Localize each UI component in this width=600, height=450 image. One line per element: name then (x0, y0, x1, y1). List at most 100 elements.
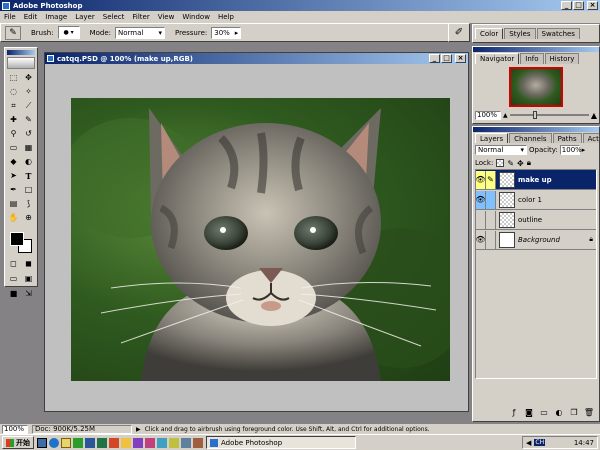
menu-image[interactable]: Image (41, 11, 71, 23)
layer-row-color-1[interactable]: 👁︎ color 1 (475, 190, 596, 210)
lock-all-icon[interactable]: 🔒︎ (527, 158, 531, 168)
opacity-input[interactable]: 100% (559, 145, 582, 155)
menu-window[interactable]: Window (178, 11, 214, 23)
close-button[interactable]: × (587, 1, 598, 10)
new-set-icon[interactable]: ▭ (538, 407, 550, 419)
crop-tool-icon[interactable]: ⌗ (8, 100, 20, 112)
type-tool-icon[interactable]: T (23, 170, 35, 182)
menu-view[interactable]: View (154, 11, 179, 23)
tab-layers[interactable]: Layers (475, 133, 509, 143)
eye-icon[interactable]: 👁︎ (475, 230, 486, 249)
layer-styles-icon[interactable]: ƒ (508, 407, 520, 419)
link-slot[interactable] (486, 190, 496, 209)
help-icon[interactable] (169, 437, 179, 448)
app-icon[interactable] (181, 437, 191, 448)
navigator-zoom-input[interactable]: 100% (475, 110, 501, 120)
airbrush-tool-preset-icon[interactable]: ✎ (5, 25, 21, 40)
foreground-color-swatch[interactable] (10, 232, 24, 246)
eye-icon[interactable]: 👁︎ (475, 170, 486, 189)
brush-picker[interactable]: ● ▾ (57, 26, 80, 39)
adobe-online-icon[interactable] (7, 57, 35, 69)
desktop-icon[interactable] (37, 437, 47, 448)
lock-position-icon[interactable]: ✥ (517, 159, 524, 168)
dodge-tool-icon[interactable]: ◐ (23, 156, 35, 168)
paintbrush-icon[interactable]: ✎ (486, 170, 496, 189)
tab-navigator[interactable]: Navigator (475, 53, 520, 64)
eraser-tool-icon[interactable]: ▭ (8, 142, 20, 154)
navigator-thumbnail[interactable] (509, 66, 563, 107)
navigator-preview[interactable] (473, 63, 599, 110)
tab-swatches[interactable]: Swatches (536, 28, 580, 39)
doc-close-button[interactable]: × (455, 54, 466, 63)
network-icon[interactable] (157, 437, 167, 448)
layer-row-background[interactable]: 👁︎ Background 🔒︎ (475, 230, 596, 250)
chevron-right-icon[interactable]: ▸ (582, 146, 586, 154)
document-canvas-area[interactable] (45, 64, 468, 411)
shape-tool-icon[interactable]: □ (23, 184, 35, 196)
excel-icon[interactable] (97, 437, 107, 448)
slice-tool-icon[interactable]: ⟋ (23, 100, 35, 112)
tab-color[interactable]: Color (475, 28, 504, 39)
menu-file[interactable]: File (0, 11, 20, 23)
status-doc-size[interactable]: Doc: 900K/5.25M (32, 424, 132, 434)
ime-indicator[interactable]: CH (534, 439, 546, 446)
eye-icon[interactable]: 👁︎ (475, 190, 486, 209)
trash-icon[interactable]: 🗑︎ (583, 407, 595, 419)
menu-help[interactable]: Help (214, 11, 238, 23)
layer-name[interactable]: outline (518, 216, 542, 224)
menu-filter[interactable]: Filter (128, 11, 153, 23)
healing-tool-icon[interactable]: ✚ (8, 114, 20, 126)
status-zoom[interactable]: 100% (2, 424, 28, 434)
mail-icon[interactable] (61, 437, 71, 448)
browser-icon[interactable] (49, 437, 59, 448)
path-selection-tool-icon[interactable]: ➤ (8, 170, 20, 182)
doc-maximize-button[interactable]: □ (441, 54, 452, 63)
menu-edit[interactable]: Edit (20, 11, 42, 23)
standard-mode-icon[interactable]: ◻ (8, 258, 20, 270)
add-mask-icon[interactable]: ◙ (523, 407, 535, 419)
minimize-button[interactable]: _ (561, 1, 572, 10)
layer-name[interactable]: Background (518, 236, 560, 244)
doc-minimize-button[interactable]: _ (429, 54, 440, 63)
brush-tool-icon[interactable]: ✎ (23, 114, 35, 126)
hand-tool-icon[interactable]: ✋ (8, 212, 20, 224)
marquee-tool-icon[interactable]: ⬚ (8, 72, 20, 84)
zoom-tool-icon[interactable]: ⊕ (23, 212, 35, 224)
link-slot[interactable] (486, 210, 496, 229)
mode-select[interactable]: Normal ▾ (115, 26, 165, 39)
tab-history[interactable]: History (544, 53, 580, 64)
taskbar-photoshop-button[interactable]: Adobe Photoshop (206, 436, 356, 449)
lock-transparency-icon[interactable] (496, 159, 505, 167)
music-icon[interactable] (133, 437, 143, 448)
adjustment-layer-icon[interactable]: ◐ (553, 407, 565, 419)
layer-row-make-up[interactable]: 👁︎ ✎ make up (475, 170, 596, 190)
start-button[interactable]: 开始 (2, 436, 34, 449)
pen-tool-icon[interactable]: ✒ (8, 184, 20, 196)
tool-icon[interactable] (193, 437, 203, 448)
zoom-out-icon[interactable]: ▲ (503, 112, 508, 119)
powerpoint-icon[interactable] (109, 437, 119, 448)
quick-mask-mode-icon[interactable]: ◼ (23, 258, 35, 270)
history-brush-tool-icon[interactable]: ↺ (23, 128, 35, 140)
lock-image-icon[interactable]: ✎ (507, 159, 514, 168)
layer-row-outline[interactable]: outline (476, 210, 596, 230)
new-layer-icon[interactable]: ❐ (568, 407, 580, 419)
jump-to-imageready-icon[interactable]: ⇲ (23, 288, 35, 300)
color-swatches[interactable] (7, 230, 35, 256)
tab-styles[interactable]: Styles (504, 28, 536, 39)
paint-icon[interactable] (145, 437, 155, 448)
eyedropper-tool-icon[interactable]: ⟆ (23, 198, 35, 210)
tab-paths[interactable]: Paths (552, 133, 582, 143)
layer-name[interactable]: make up (518, 176, 552, 184)
move-tool-icon[interactable]: ✥ (23, 72, 35, 84)
magic-wand-tool-icon[interactable]: ✧ (23, 86, 35, 98)
link-slot[interactable] (486, 230, 496, 249)
slider-thumb[interactable] (533, 111, 538, 119)
eye-slot[interactable] (476, 210, 486, 229)
menu-select[interactable]: Select (99, 11, 129, 23)
gradient-tool-icon[interactable]: ▦ (23, 142, 35, 154)
layer-name[interactable]: color 1 (518, 196, 542, 204)
notes-tool-icon[interactable]: ▤ (8, 198, 20, 210)
tab-info[interactable]: Info (520, 53, 544, 64)
menu-layer[interactable]: Layer (71, 11, 99, 23)
